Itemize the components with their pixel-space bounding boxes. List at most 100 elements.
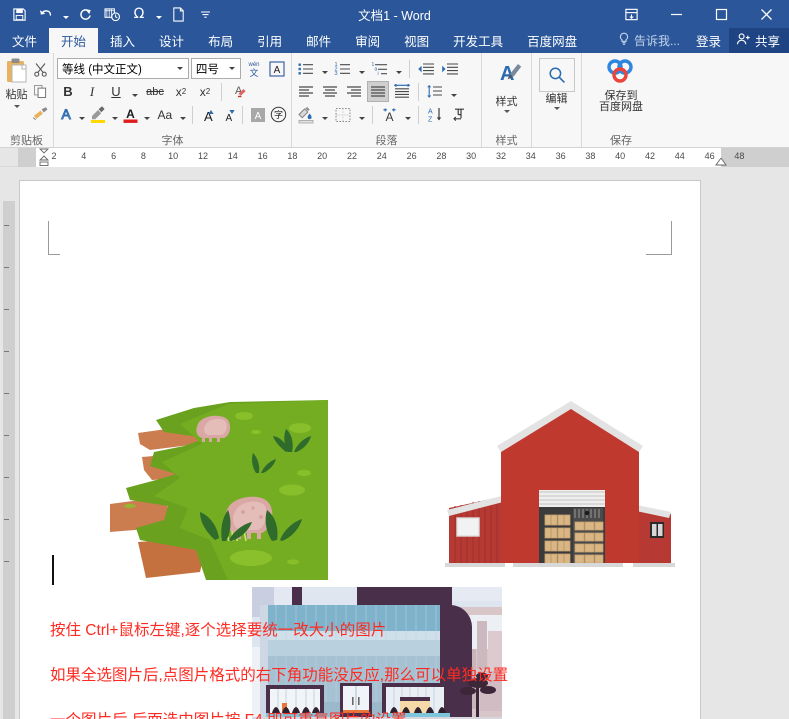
document-page[interactable]: 按住 Ctrl+鼠标左键,逐个选择要统一改大小的图片 如果全选图片后,点图片格式… [20,181,700,719]
customize-qat-icon[interactable] [192,2,218,26]
font-name-dropdown-icon[interactable] [174,67,186,70]
document-paragraph-1[interactable]: 按住 Ctrl+鼠标左键,逐个选择要统一改大小的图片 [50,618,386,640]
grow-font-button[interactable]: A [198,104,217,125]
tab-developer[interactable]: 开发工具 [441,28,515,53]
ribbon-display-options-icon[interactable] [609,0,654,28]
font-size-combo[interactable]: 四号 [190,58,242,79]
styles-button[interactable]: A 样式 [485,56,528,132]
save-icon[interactable] [6,2,32,26]
image-red-barn[interactable] [445,400,675,580]
tell-me-box[interactable]: 告诉我... [610,28,688,53]
redo-icon[interactable] [72,2,98,26]
show-marks-icon[interactable] [448,104,470,125]
clear-formatting-icon[interactable]: A [227,81,249,102]
decrease-indent-icon[interactable] [415,58,437,79]
document-paragraph-3[interactable]: 一个图片后,后面选中图片按 F4 即可重复图片的设置. [50,708,411,719]
image-green-field[interactable] [110,400,328,580]
character-border-icon[interactable]: A [267,58,288,79]
sign-in-button[interactable]: 登录 [688,28,729,53]
font-color-icon[interactable]: A [121,104,140,125]
justify-icon[interactable] [367,81,389,102]
paste-dropdown-icon[interactable] [13,105,20,108]
font-size-dropdown-icon[interactable] [226,67,238,70]
tab-mailings[interactable]: 邮件 [294,28,343,53]
paste-button[interactable]: 粘贴 [3,56,30,132]
line-spacing-dropdown-icon[interactable] [448,81,459,102]
document-paragraph-2[interactable]: 如果全选图片后,点图片格式的右下角功能没反应,那么可以单独设置 [50,663,508,685]
superscript-button[interactable]: x2 [194,81,216,102]
underline-dropdown-icon[interactable] [129,81,140,102]
symbol-omega-icon[interactable]: Ω [126,2,152,26]
highlight-color-icon[interactable] [89,104,108,125]
numbering-dropdown-icon[interactable] [356,58,367,79]
shading-icon[interactable] [295,104,317,125]
align-left-icon[interactable] [295,81,317,102]
distribute-icon[interactable] [391,81,413,102]
strikethrough-button[interactable]: abc [142,81,168,102]
bullets-dropdown-icon[interactable] [319,58,330,79]
copy-icon[interactable] [30,81,50,101]
line-spacing-icon[interactable] [424,81,446,102]
editing-button[interactable]: 编辑 [535,56,578,132]
close-icon[interactable] [744,0,789,28]
styles-dropdown-icon[interactable] [503,110,510,113]
tab-file[interactable]: 文件 [0,28,50,53]
bullets-icon[interactable] [295,58,317,79]
tab-design[interactable]: 设计 [147,28,196,53]
undo-dropdown-icon[interactable] [60,2,71,26]
bold-button[interactable]: B [57,81,79,102]
change-case-dropdown-icon[interactable] [178,104,187,125]
enclose-character-icon[interactable]: 字 [269,104,288,125]
align-right-icon[interactable] [343,81,365,102]
highlight-color-dropdown-icon[interactable] [110,104,119,125]
font-color-dropdown-icon[interactable] [142,104,151,125]
italic-button[interactable]: I [81,81,103,102]
increase-indent-icon[interactable] [439,58,461,79]
indent-marker-right-icon[interactable] [715,158,727,167]
subscript-button[interactable]: x2 [170,81,192,102]
horizontal-ruler[interactable]: 2 4 6 8 10 12 14 16 18 20 22 24 26 28 30 32 34 36 38 40 42 44… [18,148,789,167]
undo-icon[interactable] [33,2,59,26]
indent-marker-left-icon[interactable] [37,148,51,167]
sort-icon[interactable]: AZ [424,104,446,125]
numbering-icon[interactable]: 123 [332,58,354,79]
shrink-font-button[interactable]: A [219,104,238,125]
symbol-dropdown-icon[interactable] [153,2,164,26]
cut-icon[interactable] [30,59,50,79]
save-to-baidu-button[interactable]: 保存到 百度网盘 [585,56,657,132]
underline-button[interactable]: U [105,81,127,102]
asian-layout-icon[interactable]: A [378,104,400,125]
vertical-ruler-tick [4,393,9,394]
multilevel-list-icon[interactable]: 1ai [369,58,391,79]
ribbon-group-clipboard: 粘贴 剪贴板 [0,53,54,147]
change-case-button[interactable]: Aa [154,104,176,125]
tab-references[interactable]: 引用 [245,28,294,53]
multilevel-list-dropdown-icon[interactable] [393,58,404,79]
vertical-ruler[interactable] [0,167,18,719]
share-button[interactable]: 共享 [728,28,789,53]
tab-review[interactable]: 审阅 [343,28,392,53]
shading-dropdown-icon[interactable] [319,104,330,125]
font-name-combo[interactable]: 等线 (中文正文) [57,58,189,79]
history-icon[interactable] [99,2,125,26]
tab-baidu-netdisk[interactable]: 百度网盘 [515,28,589,53]
tab-insert[interactable]: 插入 [98,28,147,53]
tab-layout[interactable]: 布局 [196,28,245,53]
page-scroll-area[interactable]: 按住 Ctrl+鼠标左键,逐个选择要统一改大小的图片 如果全选图片后,点图片格式… [18,167,789,719]
phonetic-guide-icon[interactable]: wén 文 [243,58,264,79]
borders-icon[interactable] [332,104,354,125]
new-document-icon[interactable] [165,2,191,26]
editing-dropdown-icon[interactable] [553,107,560,110]
text-effects-icon[interactable]: A [57,104,76,125]
align-center-icon[interactable] [319,81,341,102]
text-effects-dropdown-icon[interactable] [78,104,87,125]
character-shading-icon[interactable]: A [248,104,267,125]
borders-dropdown-icon[interactable] [356,104,367,125]
format-painter-icon[interactable] [30,103,50,123]
tab-home[interactable]: 开始 [49,28,99,53]
minimize-icon[interactable] [654,0,699,28]
image-mall-building[interactable] [252,587,502,719]
tab-view[interactable]: 视图 [392,28,441,53]
asian-layout-dropdown-icon[interactable] [402,104,413,125]
maximize-icon[interactable] [699,0,744,28]
